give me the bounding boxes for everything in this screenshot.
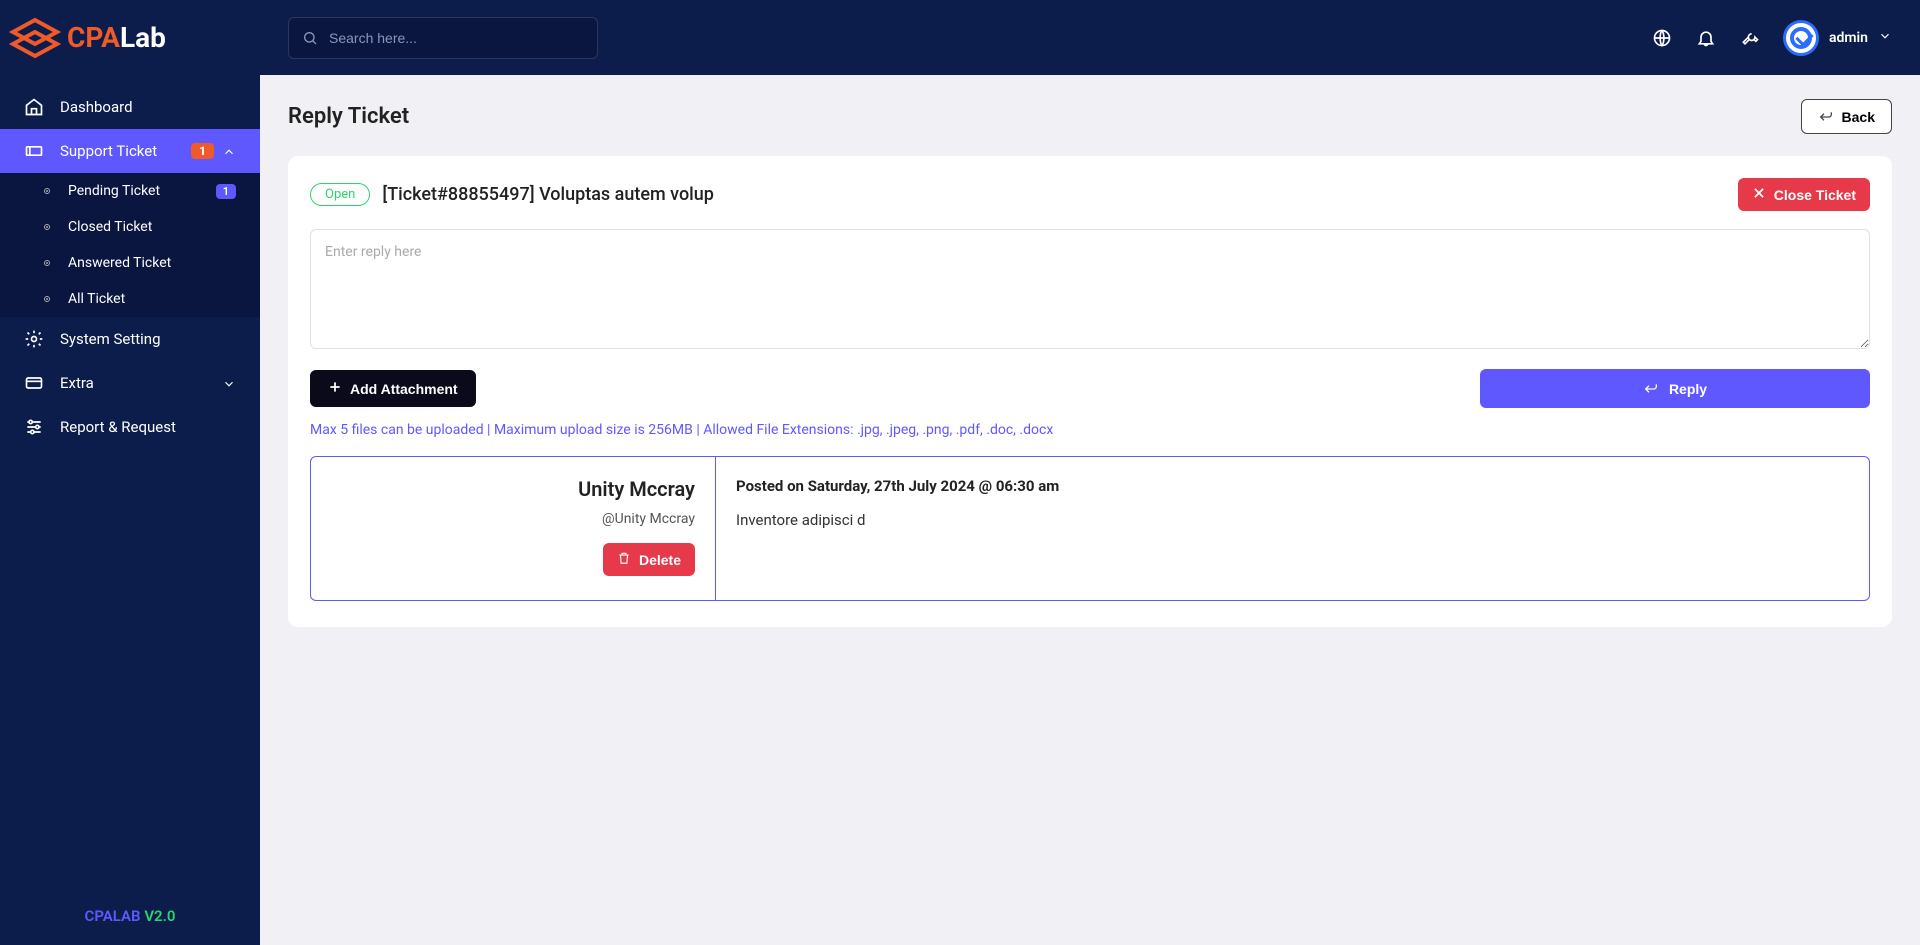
sidebar-subitem-label: Answered Ticket	[68, 255, 236, 271]
sidebar-subitem-answered-ticket[interactable]: Answered Ticket	[0, 245, 260, 281]
close-ticket-label: Close Ticket	[1774, 187, 1856, 203]
reply-textarea[interactable]	[310, 229, 1870, 349]
sliders-icon	[24, 417, 44, 437]
message-body: Inventore adipisci d	[736, 511, 1849, 529]
close-ticket-button[interactable]: Close Ticket	[1738, 178, 1870, 211]
ticket-icon	[24, 141, 44, 161]
circle-icon	[40, 292, 54, 306]
card-icon	[24, 373, 44, 393]
home-icon	[24, 97, 44, 117]
upload-hint: Max 5 files can be uploaded | Maximum up…	[310, 422, 1870, 438]
nav: Dashboard Support Ticket 1 Pending Ticke…	[0, 75, 260, 887]
status-badge: Open	[310, 183, 370, 206]
trash-icon	[617, 551, 631, 568]
chevron-down-icon	[222, 376, 236, 390]
ticket-title: [Ticket#88855497] Voluptas autem volup	[382, 184, 1737, 205]
page-title: Reply Ticket	[288, 104, 409, 129]
avatar	[1783, 20, 1819, 56]
badge: 1	[191, 143, 214, 159]
search-wrap	[288, 17, 598, 59]
sidebar-subitem-pending-ticket[interactable]: Pending Ticket 1	[0, 173, 260, 209]
gear-icon	[24, 329, 44, 349]
topbar: admin	[260, 0, 1920, 75]
circle-icon	[40, 256, 54, 270]
reply-label: Reply	[1669, 381, 1707, 397]
reply-arrow-icon	[1818, 107, 1834, 126]
ticket-card: Open [Ticket#88855497] Voluptas autem vo…	[288, 156, 1892, 627]
message-posted: Posted on Saturday, 27th July 2024 @ 06:…	[736, 477, 1849, 495]
add-attachment-label: Add Attachment	[350, 381, 458, 397]
sidebar-subitem-label: Pending Ticket	[68, 183, 216, 199]
content: Reply Ticket Back Open [Ticket#88855497]…	[260, 75, 1920, 945]
search-input[interactable]	[288, 17, 598, 59]
sidebar-item-label: Dashboard	[60, 98, 236, 116]
reply-button[interactable]: Reply	[1480, 369, 1870, 408]
logo[interactable]: CPALab	[0, 0, 260, 75]
message-handle: @Unity Mccray	[331, 511, 695, 527]
close-icon	[1752, 186, 1766, 203]
sidebar-item-label: Report & Request	[60, 418, 236, 436]
search-icon	[302, 30, 318, 46]
sidebar-subitem-label: Closed Ticket	[68, 219, 236, 235]
sidebar-item-system-setting[interactable]: System Setting	[0, 317, 260, 361]
username: admin	[1829, 30, 1868, 46]
logo-icon	[5, 8, 65, 68]
delete-button[interactable]: Delete	[603, 543, 695, 576]
wrench-icon[interactable]	[1739, 27, 1761, 49]
sidebar-item-label: Extra	[60, 374, 222, 392]
sidebar-subitem-closed-ticket[interactable]: Closed Ticket	[0, 209, 260, 245]
circle-icon	[40, 220, 54, 234]
sidebar-item-report-request[interactable]: Report & Request	[0, 405, 260, 449]
chevron-up-icon	[222, 144, 236, 158]
circle-icon	[40, 184, 54, 198]
sub-nav: Pending Ticket 1 Closed Ticket Answered …	[0, 173, 260, 317]
sidebar-item-support-ticket[interactable]: Support Ticket 1	[0, 129, 260, 173]
back-button[interactable]: Back	[1801, 99, 1892, 134]
add-attachment-button[interactable]: Add Attachment	[310, 370, 476, 407]
chevron-down-icon	[1878, 28, 1892, 47]
sidebar: CPALab Dashboard Support Ticket 1	[0, 0, 260, 945]
sidebar-subitem-all-ticket[interactable]: All Ticket	[0, 281, 260, 317]
sidebar-item-label: System Setting	[60, 330, 236, 348]
plus-icon	[328, 380, 342, 397]
count-badge: 1	[216, 184, 236, 199]
back-label: Back	[1842, 109, 1875, 125]
logo-text: CPALab	[67, 21, 166, 54]
bell-icon[interactable]	[1695, 27, 1717, 49]
reply-arrow-icon	[1643, 379, 1659, 398]
message-card: Unity Mccray @Unity Mccray Delete Posted…	[310, 456, 1870, 601]
user-menu[interactable]: admin	[1783, 20, 1892, 56]
delete-label: Delete	[639, 552, 681, 568]
sidebar-footer: CPALAB V2.0	[0, 887, 260, 945]
sidebar-subitem-label: All Ticket	[68, 291, 236, 307]
globe-icon[interactable]	[1651, 27, 1673, 49]
sidebar-item-label: Support Ticket	[60, 142, 191, 160]
message-user: Unity Mccray	[331, 477, 695, 501]
sidebar-item-dashboard[interactable]: Dashboard	[0, 85, 260, 129]
sidebar-item-extra[interactable]: Extra	[0, 361, 260, 405]
